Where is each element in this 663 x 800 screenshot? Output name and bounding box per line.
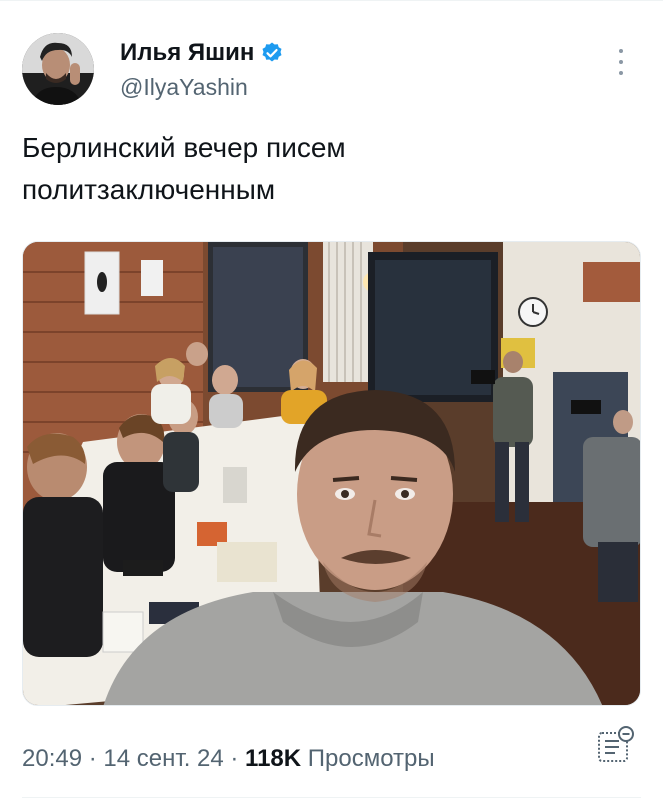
tweet-time[interactable]: 20:49 bbox=[22, 745, 82, 772]
more-vertical-icon[interactable] bbox=[611, 47, 631, 77]
meta-separator: · bbox=[82, 745, 104, 772]
display-name[interactable]: Илья Яшин bbox=[120, 39, 254, 67]
views-count: 118K bbox=[245, 745, 302, 772]
name-row: Илья Яшин bbox=[120, 39, 284, 67]
tweet-header: Илья Яшин @IlyaYashin bbox=[22, 33, 641, 109]
verified-badge-icon bbox=[260, 41, 284, 65]
avatar-photo bbox=[22, 33, 94, 105]
views-label: Просмотры bbox=[301, 745, 435, 772]
divider bbox=[22, 797, 641, 798]
handle[interactable]: @IlyaYashin bbox=[120, 73, 248, 101]
tweet-meta: 20:49 · 14 сент. 24 · 118K Просмотры bbox=[22, 743, 435, 775]
photo-illustration bbox=[23, 242, 640, 705]
meta-separator: · bbox=[223, 745, 246, 772]
tweet-text: Берлинский вечер писем политзаключенным bbox=[22, 132, 346, 205]
tweet-date[interactable]: 14 сент. 24 bbox=[103, 745, 223, 772]
analytics-icon[interactable] bbox=[595, 725, 635, 765]
tweet-photo[interactable] bbox=[22, 241, 641, 706]
avatar[interactable] bbox=[22, 33, 94, 105]
tweet-detail: Илья Яшин @IlyaYashin Берлинский вечер п… bbox=[0, 0, 663, 800]
